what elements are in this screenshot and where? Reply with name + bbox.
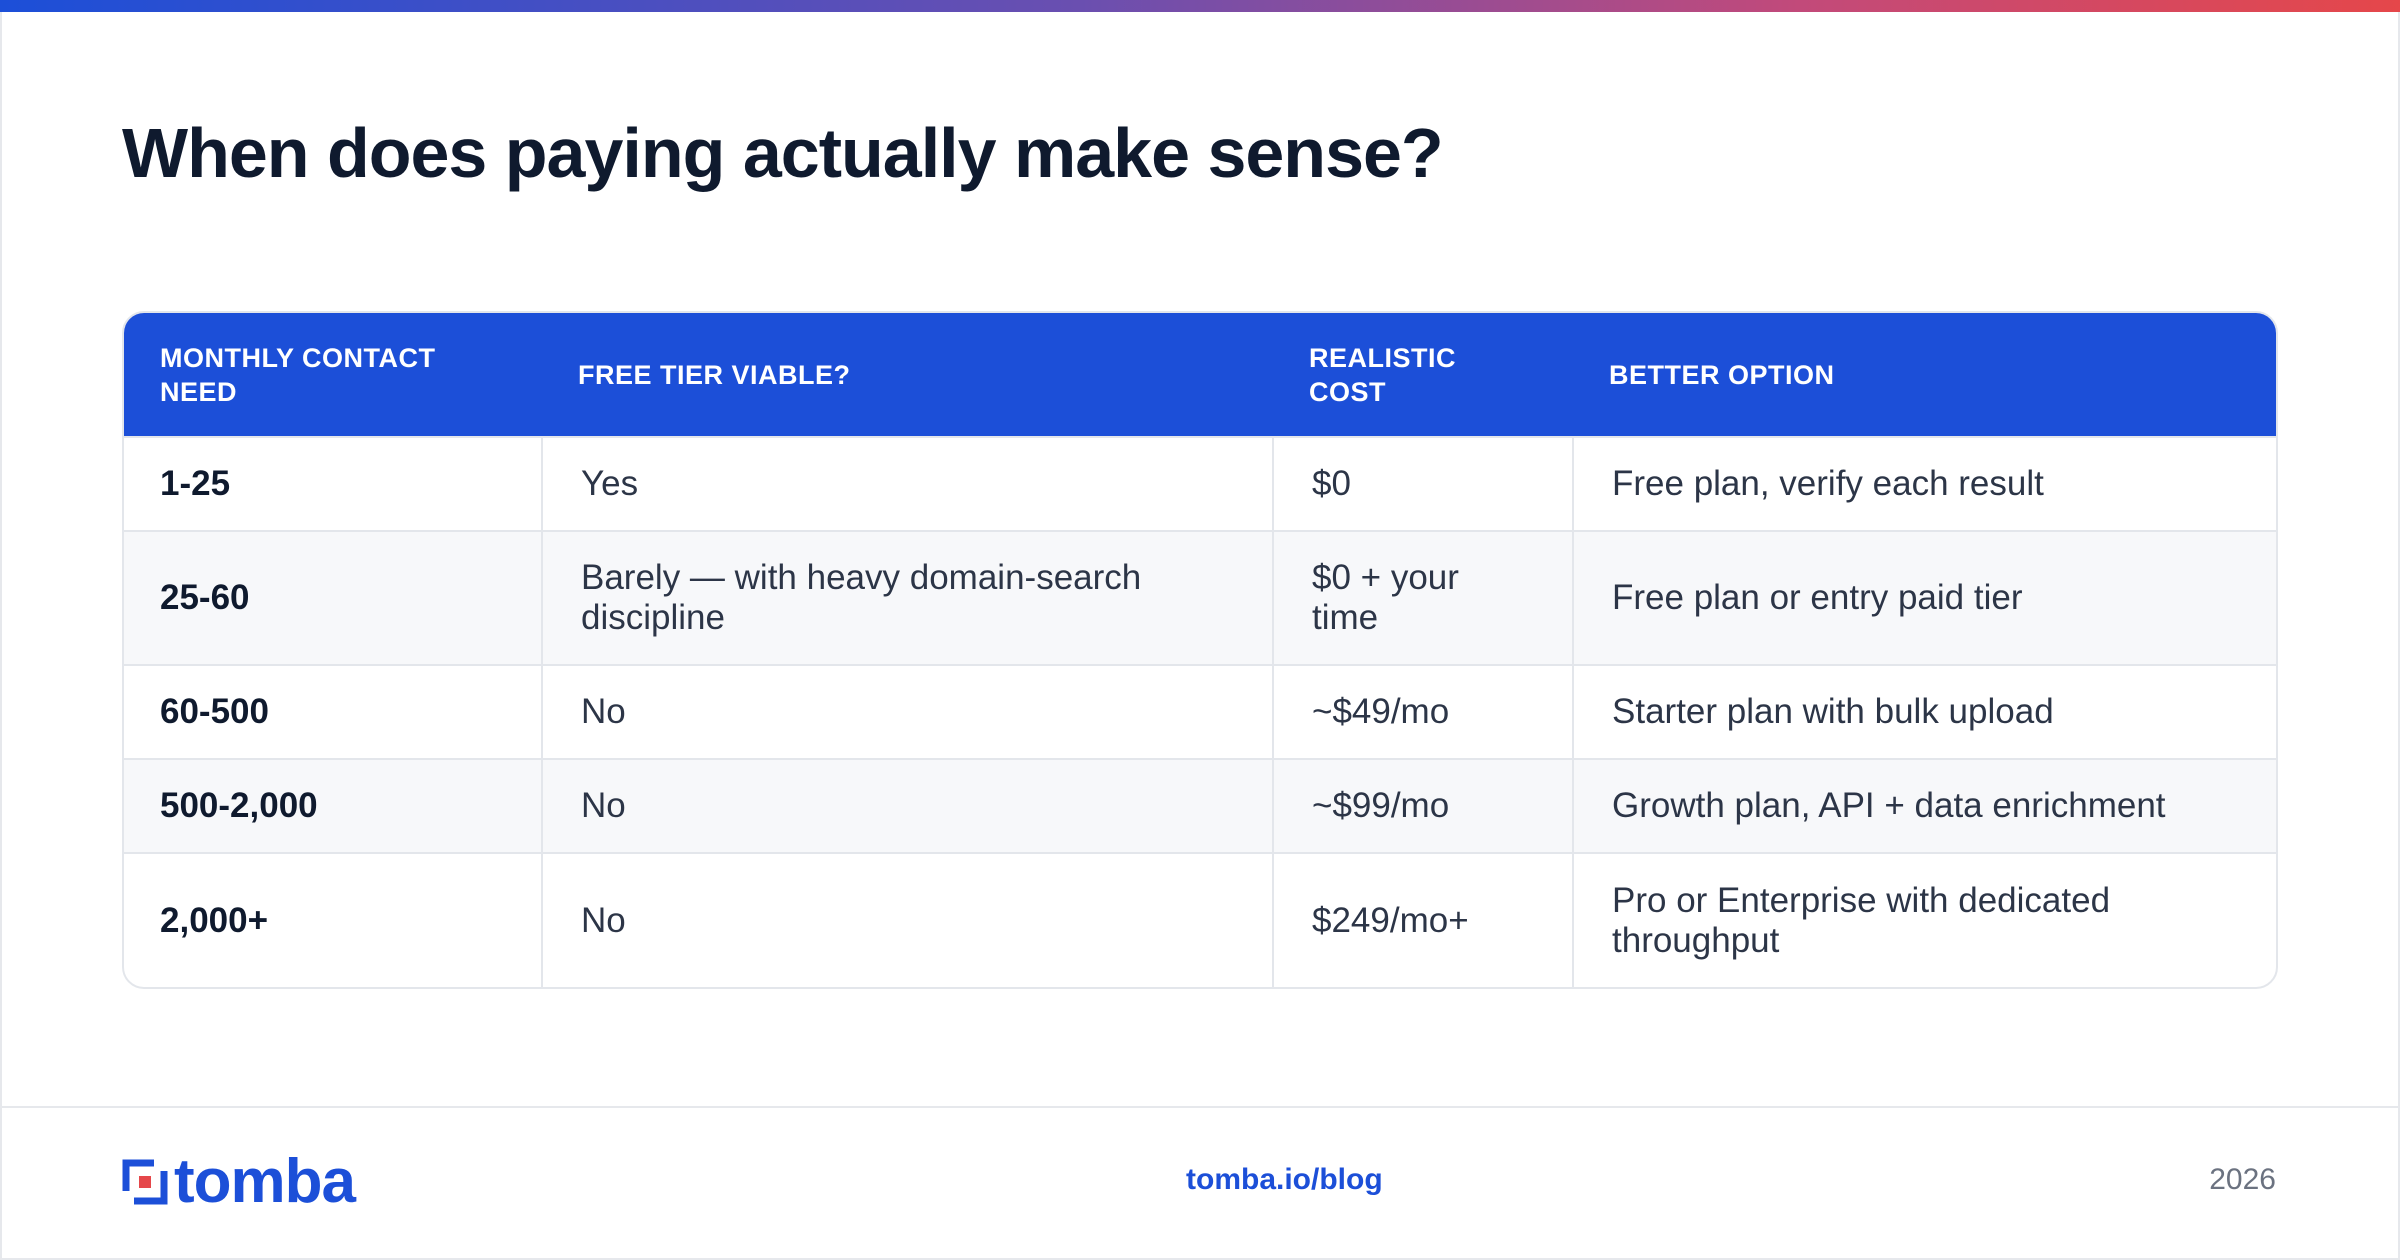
header-free-tier-viable: FREE TIER VIABLE?: [542, 313, 1273, 437]
footer-year: 2026: [2209, 1163, 2276, 1196]
cell-better-option: Pro or Enterprise with dedicated through…: [1572, 852, 2276, 987]
pricing-table: MONTHLY CONTACT NEED FREE TIER VIABLE? R…: [122, 311, 2278, 989]
cell-better-option: Free plan or entry paid tier: [1572, 530, 2276, 665]
cell-contact-need: 1-25: [124, 436, 542, 531]
header-realistic-cost: REALISTIC COST: [1273, 313, 1573, 437]
table-header-row: MONTHLY CONTACT NEED FREE TIER VIABLE? R…: [124, 313, 2276, 437]
cell-free-tier: No: [541, 664, 1273, 759]
cell-contact-need: 60-500: [124, 664, 542, 759]
cell-better-option: Starter plan with bulk upload: [1572, 664, 2276, 759]
table-row: 25-60 Barely — with heavy domain-search …: [124, 530, 2276, 665]
cell-better-option: Free plan, verify each result: [1572, 436, 2276, 531]
cell-cost: ~$99/mo: [1272, 758, 1573, 853]
tomba-logo[interactable]: tomba: [122, 1147, 356, 1216]
cell-free-tier: No: [541, 852, 1273, 987]
cell-cost: ~$49/mo: [1272, 664, 1573, 759]
cell-better-option: Growth plan, API + data enrichment: [1572, 758, 2276, 853]
cell-contact-need: 500-2,000: [124, 758, 542, 853]
cell-contact-need: 25-60: [124, 530, 542, 665]
footer-divider: [0, 1106, 2400, 1108]
blog-link[interactable]: tomba.io/blog: [1186, 1163, 1383, 1197]
cell-free-tier: No: [541, 758, 1273, 853]
cell-cost: $0 + your time: [1272, 530, 1573, 665]
table-row: 500-2,000 No ~$99/mo Growth plan, API + …: [124, 758, 2276, 853]
logo-wordmark: tomba: [174, 1147, 356, 1216]
cell-cost: $249/mo+: [1272, 852, 1573, 987]
top-gradient-bar: [0, 0, 2400, 12]
table-row: 1-25 Yes $0 Free plan, verify each resul…: [124, 436, 2276, 531]
page-title: When does paying actually make sense?: [122, 114, 1444, 192]
table-row: 2,000+ No $249/mo+ Pro or Enterprise wit…: [124, 852, 2276, 987]
header-better-option: BETTER OPTION: [1573, 313, 2276, 437]
header-monthly-contact-need: MONTHLY CONTACT NEED: [124, 313, 542, 437]
table-row: 60-500 No ~$49/mo Starter plan with bulk…: [124, 664, 2276, 759]
tomba-logo-icon: [122, 1159, 168, 1205]
cell-contact-need: 2,000+: [124, 852, 542, 987]
cell-free-tier: Yes: [541, 436, 1273, 531]
cell-cost: $0: [1272, 436, 1573, 531]
cell-free-tier: Barely — with heavy domain-search discip…: [541, 530, 1273, 665]
